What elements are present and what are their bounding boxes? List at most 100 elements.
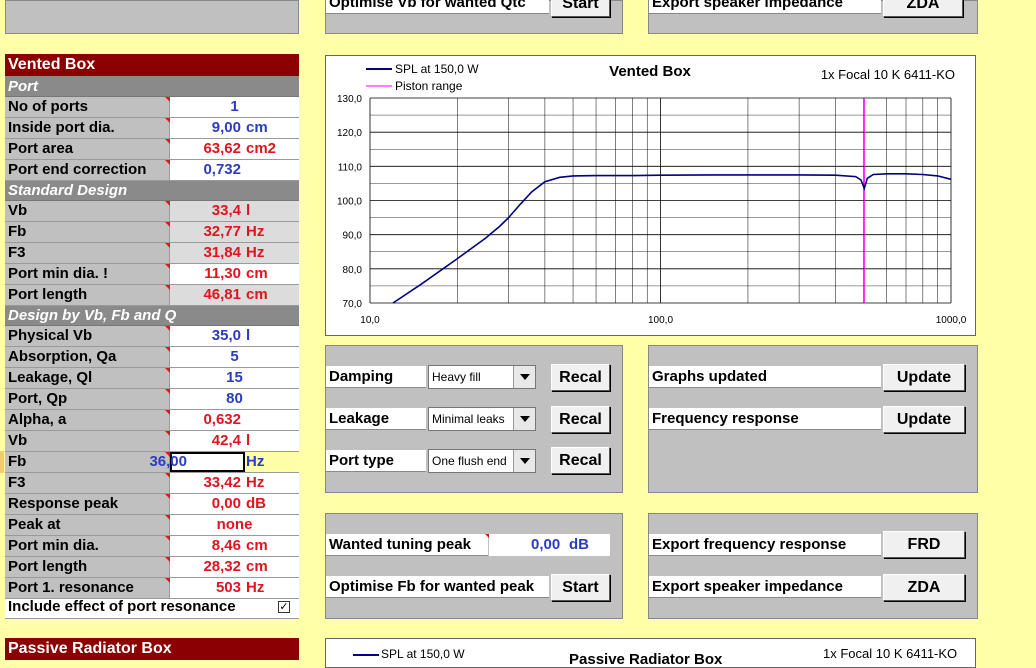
row-value-cell[interactable]: 31,84 Hz <box>170 243 299 263</box>
include-port-resonance-checkbox[interactable]: ✓ <box>278 601 290 613</box>
checkmark-icon: ✓ <box>279 601 289 613</box>
vented-box-chart-svg: 70,0 80,0 90,0 100,0 110,0 120,0 130,0 10,0 100,… <box>337 62 967 326</box>
row-value: 28,32 <box>203 558 241 575</box>
row-value-cell[interactable]: 8,46 cm <box>170 536 299 556</box>
damping-recal-button[interactable]: Recal <box>551 364 610 391</box>
row-value-cell[interactable]: 11,30 cm <box>170 264 299 284</box>
row-label: Inside port dia. <box>5 118 170 138</box>
table-row: Port, Qp 80 <box>5 389 299 410</box>
top-left-strip <box>5 0 299 34</box>
row-value-cell[interactable]: none <box>170 515 299 535</box>
zda-export-button[interactable]: ZDA <box>883 574 965 601</box>
row-value-cell[interactable]: 0,00 dB <box>170 494 299 514</box>
row-value: 0,632 <box>203 411 241 428</box>
port-type-recal-button[interactable]: Recal <box>551 447 610 474</box>
row-value-cell[interactable]: 1 <box>170 97 299 117</box>
row-value: 42,4 <box>211 432 241 449</box>
table-row: Port 1. resonance 503 Hz <box>5 578 299 599</box>
legend-piston-label: Piston range <box>395 79 463 93</box>
row-label: Vb <box>5 201 170 221</box>
optimise-fb-start-button[interactable]: Start <box>551 574 610 601</box>
standard-design-header: Standard Design <box>5 180 299 201</box>
row-value-cell[interactable]: 28,32 cm <box>170 557 299 577</box>
row-unit: Hz <box>246 453 265 470</box>
row-label: Port length <box>5 285 170 305</box>
x-tick-label: 10,0 <box>360 315 380 326</box>
row-value: 33,4 <box>211 202 241 219</box>
x-tick-label: 100,0 <box>648 315 673 326</box>
row-value: 31,84 <box>203 244 241 261</box>
row-label: Port, Qp <box>5 389 170 409</box>
spl-series-line <box>392 173 952 304</box>
row-unit: l <box>246 432 251 449</box>
leakage-label: Leakage <box>326 408 426 430</box>
row-label: Absorption, Qa <box>5 347 170 367</box>
wanted-tuning-peak-field[interactable]: 0,00 dB <box>489 534 610 556</box>
chevron-down-icon[interactable] <box>513 366 535 388</box>
row-unit: l <box>246 327 251 344</box>
frequency-update-button[interactable]: Update <box>883 406 965 433</box>
leakage-select[interactable]: Minimal leaks <box>428 407 536 431</box>
row-value-cell[interactable]: 63,62 cm2 <box>170 139 299 159</box>
passive-legend-line <box>353 654 379 656</box>
port-type-select[interactable]: One flush end <box>428 449 536 473</box>
y-tick-label: 120,0 <box>337 128 362 139</box>
row-value-cell[interactable]: 42,4 l <box>170 431 299 451</box>
table-row: Port min dia. 8,46 cm <box>5 536 299 557</box>
table-row: Fb 36,00 Hz <box>5 452 299 473</box>
passive-legend-spl: SPL at 150,0 W <box>381 647 465 661</box>
export-impedance-label-top: Export speaker impedance <box>649 0 881 14</box>
row-value-cell[interactable]: 32,77 Hz <box>170 222 299 242</box>
row-value-cell[interactable]: 35,0 l <box>170 326 299 346</box>
row-value-cell[interactable]: 15 <box>170 368 299 388</box>
y-tick-label: 80,0 <box>343 265 363 276</box>
table-row: Response peak 0,00 dB <box>5 494 299 515</box>
table-row: F3 33,42 Hz <box>5 473 299 494</box>
frd-export-button[interactable]: FRD <box>883 531 965 558</box>
chevron-down-icon[interactable] <box>513 408 535 430</box>
row-value: 36,00 <box>149 453 187 470</box>
row-value-cell[interactable]: 503 Hz <box>170 578 299 598</box>
tuning-panel <box>325 513 623 619</box>
row-value-cell[interactable]: 5 <box>170 347 299 367</box>
row-label: No of ports <box>5 97 170 117</box>
row-value-cell[interactable]: 9,00 cm <box>170 118 299 138</box>
table-row: Port area 63,62 cm2 <box>5 139 299 160</box>
table-row: Vb 42,4 l <box>5 431 299 452</box>
row-value-cell[interactable]: 80 <box>170 389 299 409</box>
row-value-cell[interactable]: 46,81 cm <box>170 285 299 305</box>
row-label: Physical Vb <box>5 326 170 346</box>
row-value-cell[interactable]: 0,732 <box>170 160 299 180</box>
table-row: Peak at none <box>5 515 299 536</box>
optimise-vb-start-button[interactable]: Start <box>551 0 610 17</box>
row-unit: dB <box>246 495 266 512</box>
zda-button-top[interactable]: ZDA <box>883 0 963 17</box>
row-label: F3 <box>5 473 170 493</box>
row-unit: cm <box>246 286 268 303</box>
table-row: Port length 28,32 cm <box>5 557 299 578</box>
y-tick-label: 90,0 <box>343 231 363 242</box>
damping-select[interactable]: Heavy fill <box>428 365 536 389</box>
table-row: Port min dia. ! 11,30 cm <box>5 264 299 285</box>
optimise-vb-label: Optimise Vb for wanted Qtc <box>326 0 549 14</box>
graphs-update-button[interactable]: Update <box>883 364 965 391</box>
row-unit: Hz <box>246 579 265 596</box>
chevron-down-icon[interactable] <box>513 450 535 472</box>
row-label: Alpha, a <box>5 410 170 430</box>
row-value-cell[interactable]: 33,42 Hz <box>170 473 299 493</box>
row-value: 33,42 <box>203 474 241 491</box>
row-value: 503 <box>215 579 241 596</box>
row-value-cell[interactable]: 36,00 Hz <box>149 452 264 472</box>
row-label: Port area <box>5 139 170 159</box>
wanted-tuning-peak-unit: dB <box>569 536 589 553</box>
row-value-cell[interactable]: 0,632 <box>170 410 299 430</box>
optimise-fb-label: Optimise Fb for wanted peak <box>326 576 549 598</box>
wanted-tuning-peak-label: Wanted tuning peak <box>326 534 488 556</box>
row-value-cell[interactable]: 33,4 l <box>170 201 299 221</box>
row-unit: cm <box>246 558 268 575</box>
row-label: Port length <box>5 557 170 577</box>
chart-title: Vented Box <box>609 63 691 80</box>
passive-radiator-chart: SPL at 150,0 W Passive Radiator Box 1x F… <box>325 638 976 668</box>
x-tick-label: 1000,0 <box>936 315 967 326</box>
leakage-recal-button[interactable]: Recal <box>551 406 610 433</box>
